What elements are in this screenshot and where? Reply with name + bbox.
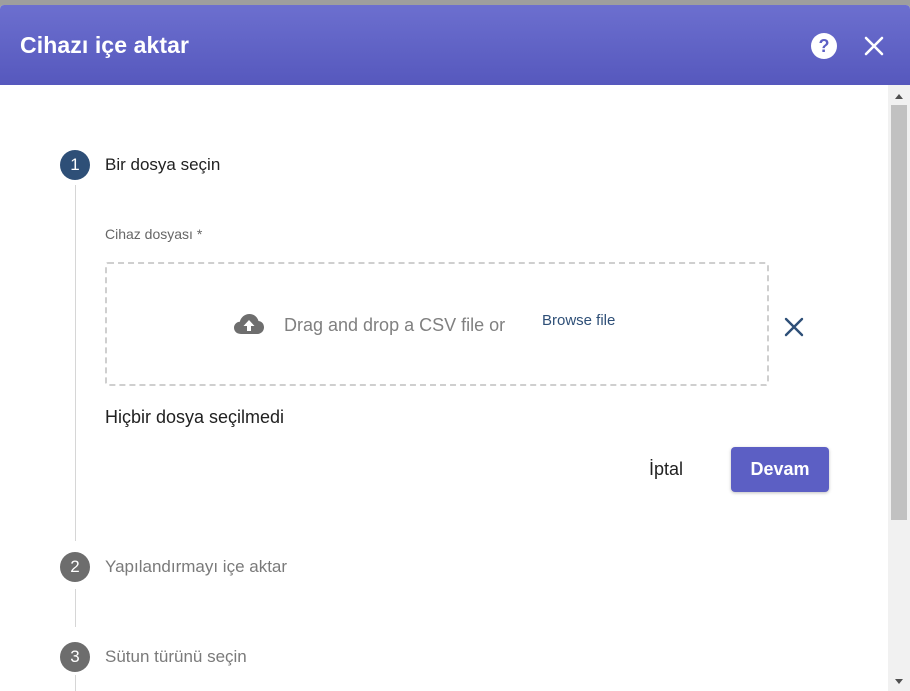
cloud-upload-icon — [233, 312, 265, 336]
import-device-dialog: Cihazı içe aktar ? 1 Bir dosya seçin Cih… — [0, 5, 910, 691]
dialog-title: Cihazı içe aktar — [20, 32, 190, 58]
csv-dropzone[interactable]: Drag and drop a CSV file or Browse file — [105, 262, 769, 386]
step-1-label: Bir dosya seçin — [105, 155, 221, 174]
stepper-connector — [75, 589, 76, 627]
stepper-connector — [75, 185, 76, 541]
scroll-down-arrow-icon[interactable] — [888, 675, 910, 689]
continue-button[interactable]: Devam — [731, 447, 829, 492]
browse-file-link[interactable]: Browse file — [542, 312, 615, 329]
step-2-number: 2 — [60, 552, 90, 582]
clear-file-close-icon[interactable] — [782, 315, 806, 339]
cancel-button[interactable]: İptal — [636, 447, 696, 491]
step-2-label: Yapılandırmayı içe aktar — [105, 557, 288, 576]
dropzone-text: Drag and drop a CSV file or — [284, 315, 506, 335]
step-1-number: 1 — [60, 150, 90, 180]
vertical-scrollbar[interactable] — [888, 85, 910, 691]
scroll-up-arrow-icon[interactable] — [888, 89, 910, 103]
device-file-label: Cihaz dosyası * — [105, 226, 203, 242]
step-3-label: Sütun türünü seçin — [105, 647, 247, 666]
close-icon[interactable] — [862, 34, 886, 58]
help-icon[interactable]: ? — [811, 33, 837, 59]
dialog-header: Cihazı içe aktar ? — [0, 5, 910, 85]
no-file-selected-text: Hiçbir dosya seçilmedi — [105, 407, 285, 427]
dialog-content: 1 Bir dosya seçin Cihaz dosyası * Drag a… — [0, 85, 888, 691]
stepper-connector — [75, 675, 76, 691]
scrollbar-thumb[interactable] — [891, 105, 907, 520]
step-3-number: 3 — [60, 642, 90, 672]
